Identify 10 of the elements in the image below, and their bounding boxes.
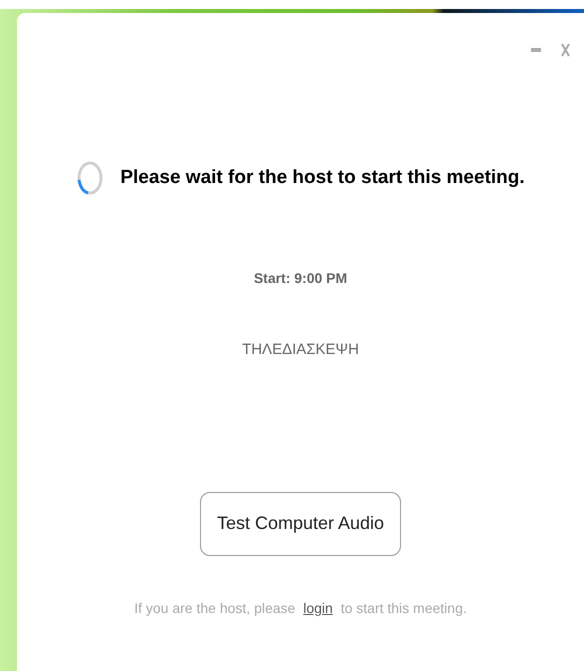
loading-spinner-icon xyxy=(76,160,104,196)
login-link[interactable]: login xyxy=(303,600,333,616)
start-time: Start: 9:00 PM xyxy=(254,269,348,288)
meeting-topic: ΤΗΛΕΔΙΑΣΚΕΨΗ xyxy=(242,340,359,360)
waiting-message: Please wait for the host to start this meeting. xyxy=(120,166,525,190)
test-audio-button[interactable]: Test Computer Audio xyxy=(200,492,402,556)
host-login-note: If you are the host, please login to start this meeting. xyxy=(134,598,467,618)
close-button[interactable] xyxy=(561,43,570,57)
close-icon xyxy=(561,43,570,57)
minimize-icon xyxy=(531,48,541,52)
